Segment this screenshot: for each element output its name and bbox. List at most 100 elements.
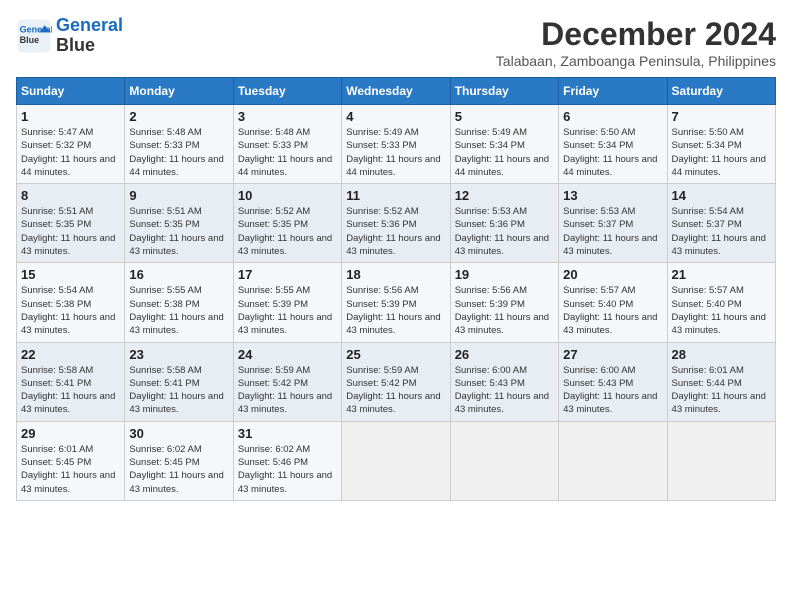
day-number: 27: [563, 347, 662, 362]
calendar-cell: 12 Sunrise: 5:53 AMSunset: 5:36 PMDayligh…: [450, 184, 558, 263]
day-number: 28: [672, 347, 771, 362]
day-number: 13: [563, 188, 662, 203]
svg-text:Blue: Blue: [20, 35, 40, 45]
weekday-header: Sunday: [17, 78, 125, 105]
day-info: Sunrise: 5:48 AMSunset: 5:33 PMDaylight:…: [238, 126, 337, 179]
day-info: Sunrise: 6:02 AMSunset: 5:45 PMDaylight:…: [129, 443, 228, 496]
day-info: Sunrise: 5:55 AMSunset: 5:39 PMDaylight:…: [238, 284, 337, 337]
day-number: 30: [129, 426, 228, 441]
calendar-week-row: 8 Sunrise: 5:51 AMSunset: 5:35 PMDaylight…: [17, 184, 776, 263]
day-info: Sunrise: 5:51 AMSunset: 5:35 PMDaylight:…: [21, 205, 120, 258]
day-number: 24: [238, 347, 337, 362]
calendar-cell: 13 Sunrise: 5:53 AMSunset: 5:37 PMDayligh…: [559, 184, 667, 263]
day-info: Sunrise: 5:49 AMSunset: 5:33 PMDaylight:…: [346, 126, 445, 179]
calendar-cell: 17 Sunrise: 5:55 AMSunset: 5:39 PMDayligh…: [233, 263, 341, 342]
day-number: 12: [455, 188, 554, 203]
day-number: 23: [129, 347, 228, 362]
day-info: Sunrise: 6:00 AMSunset: 5:43 PMDaylight:…: [563, 364, 662, 417]
logo-text: General Blue: [56, 16, 123, 56]
calendar-cell: 8 Sunrise: 5:51 AMSunset: 5:35 PMDaylight…: [17, 184, 125, 263]
day-info: Sunrise: 5:51 AMSunset: 5:35 PMDaylight:…: [129, 205, 228, 258]
calendar-cell: [667, 421, 775, 500]
weekday-header: Thursday: [450, 78, 558, 105]
calendar-cell: 23 Sunrise: 5:58 AMSunset: 5:41 PMDayligh…: [125, 342, 233, 421]
day-number: 3: [238, 109, 337, 124]
day-info: Sunrise: 6:01 AMSunset: 5:45 PMDaylight:…: [21, 443, 120, 496]
calendar-cell: 18 Sunrise: 5:56 AMSunset: 5:39 PMDayligh…: [342, 263, 450, 342]
day-info: Sunrise: 5:54 AMSunset: 5:38 PMDaylight:…: [21, 284, 120, 337]
day-number: 14: [672, 188, 771, 203]
day-info: Sunrise: 6:01 AMSunset: 5:44 PMDaylight:…: [672, 364, 771, 417]
day-info: Sunrise: 5:54 AMSunset: 5:37 PMDaylight:…: [672, 205, 771, 258]
day-info: Sunrise: 6:02 AMSunset: 5:46 PMDaylight:…: [238, 443, 337, 496]
weekday-header: Tuesday: [233, 78, 341, 105]
calendar-cell: 26 Sunrise: 6:00 AMSunset: 5:43 PMDayligh…: [450, 342, 558, 421]
calendar-week-row: 15Sunrise: 5:54 AMSunset: 5:38 PMDayligh…: [17, 263, 776, 342]
day-number: 22: [21, 347, 120, 362]
calendar-cell: 30 Sunrise: 6:02 AMSunset: 5:45 PMDayligh…: [125, 421, 233, 500]
day-info: Sunrise: 5:55 AMSunset: 5:38 PMDaylight:…: [129, 284, 228, 337]
day-number: 20: [563, 267, 662, 282]
calendar-cell: [559, 421, 667, 500]
day-number: 17: [238, 267, 337, 282]
day-number: 21: [672, 267, 771, 282]
day-number: 26: [455, 347, 554, 362]
calendar-cell: 9 Sunrise: 5:51 AMSunset: 5:35 PMDaylight…: [125, 184, 233, 263]
calendar-cell: 20 Sunrise: 5:57 AMSunset: 5:40 PMDayligh…: [559, 263, 667, 342]
calendar-cell: 3 Sunrise: 5:48 AMSunset: 5:33 PMDaylight…: [233, 105, 341, 184]
day-number: 16: [129, 267, 228, 282]
calendar-cell: 11Sunrise: 5:52 AMSunset: 5:36 PMDayligh…: [342, 184, 450, 263]
day-info: Sunrise: 5:50 AMSunset: 5:34 PMDaylight:…: [672, 126, 771, 179]
day-info: Sunrise: 5:56 AMSunset: 5:39 PMDaylight:…: [346, 284, 445, 337]
day-number: 25: [346, 347, 445, 362]
day-number: 11: [346, 188, 445, 203]
day-info: Sunrise: 5:48 AMSunset: 5:33 PMDaylight:…: [129, 126, 228, 179]
calendar-cell: 6 Sunrise: 5:50 AMSunset: 5:34 PMDaylight…: [559, 105, 667, 184]
day-info: Sunrise: 5:49 AMSunset: 5:34 PMDaylight:…: [455, 126, 554, 179]
day-number: 7: [672, 109, 771, 124]
day-info: Sunrise: 5:52 AMSunset: 5:35 PMDaylight:…: [238, 205, 337, 258]
day-info: Sunrise: 5:57 AMSunset: 5:40 PMDaylight:…: [563, 284, 662, 337]
day-number: 29: [21, 426, 120, 441]
calendar-cell: 1 Sunrise: 5:47 AMSunset: 5:32 PMDaylight…: [17, 105, 125, 184]
calendar-week-row: 1 Sunrise: 5:47 AMSunset: 5:32 PMDaylight…: [17, 105, 776, 184]
logo-icon: General Blue: [16, 18, 52, 54]
calendar-cell: 31 Sunrise: 6:02 AMSunset: 5:46 PMDayligh…: [233, 421, 341, 500]
calendar-cell: 29 Sunrise: 6:01 AMSunset: 5:45 PMDayligh…: [17, 421, 125, 500]
weekday-header: Saturday: [667, 78, 775, 105]
weekday-header: Monday: [125, 78, 233, 105]
calendar-cell: 15Sunrise: 5:54 AMSunset: 5:38 PMDayligh…: [17, 263, 125, 342]
day-info: Sunrise: 5:56 AMSunset: 5:39 PMDaylight:…: [455, 284, 554, 337]
day-number: 18: [346, 267, 445, 282]
logo: General Blue General Blue: [16, 16, 123, 56]
day-info: Sunrise: 5:59 AMSunset: 5:42 PMDaylight:…: [346, 364, 445, 417]
page-header: General Blue General Blue December 2024 …: [16, 16, 776, 69]
weekday-header-row: SundayMondayTuesdayWednesdayThursdayFrid…: [17, 78, 776, 105]
calendar-cell: 25 Sunrise: 5:59 AMSunset: 5:42 PMDayligh…: [342, 342, 450, 421]
day-info: Sunrise: 5:50 AMSunset: 5:34 PMDaylight:…: [563, 126, 662, 179]
calendar-cell: [342, 421, 450, 500]
location-title: Talabaan, Zamboanga Peninsula, Philippin…: [496, 53, 776, 69]
weekday-header: Friday: [559, 78, 667, 105]
calendar-table: SundayMondayTuesdayWednesdayThursdayFrid…: [16, 77, 776, 501]
weekday-header: Wednesday: [342, 78, 450, 105]
title-area: December 2024 Talabaan, Zamboanga Penins…: [496, 16, 776, 69]
day-info: Sunrise: 5:47 AMSunset: 5:32 PMDaylight:…: [21, 126, 120, 179]
calendar-cell: 5Sunrise: 5:49 AMSunset: 5:34 PMDaylight…: [450, 105, 558, 184]
day-info: Sunrise: 5:58 AMSunset: 5:41 PMDaylight:…: [21, 364, 120, 417]
day-info: Sunrise: 6:00 AMSunset: 5:43 PMDaylight:…: [455, 364, 554, 417]
day-number: 4: [346, 109, 445, 124]
calendar-cell: 24Sunrise: 5:59 AMSunset: 5:42 PMDayligh…: [233, 342, 341, 421]
day-info: Sunrise: 5:58 AMSunset: 5:41 PMDaylight:…: [129, 364, 228, 417]
calendar-cell: 16 Sunrise: 5:55 AMSunset: 5:38 PMDayligh…: [125, 263, 233, 342]
day-number: 1: [21, 109, 120, 124]
calendar-cell: 4 Sunrise: 5:49 AMSunset: 5:33 PMDaylight…: [342, 105, 450, 184]
calendar-cell: 14 Sunrise: 5:54 AMSunset: 5:37 PMDayligh…: [667, 184, 775, 263]
day-info: Sunrise: 5:53 AMSunset: 5:37 PMDaylight:…: [563, 205, 662, 258]
day-number: 31: [238, 426, 337, 441]
day-number: 9: [129, 188, 228, 203]
day-number: 8: [21, 188, 120, 203]
calendar-cell: 21Sunrise: 5:57 AMSunset: 5:40 PMDayligh…: [667, 263, 775, 342]
day-info: Sunrise: 5:53 AMSunset: 5:36 PMDaylight:…: [455, 205, 554, 258]
day-number: 6: [563, 109, 662, 124]
